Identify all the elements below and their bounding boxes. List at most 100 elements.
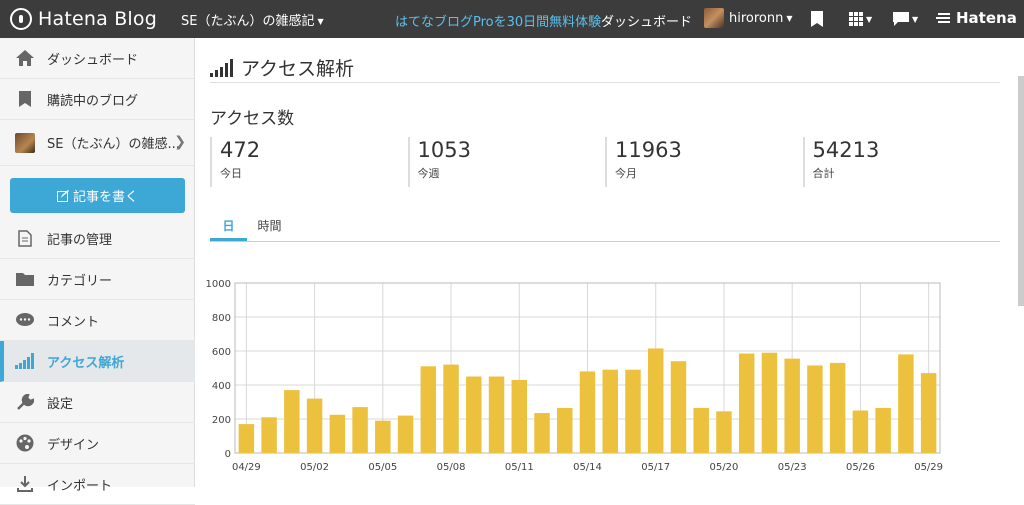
bar	[420, 366, 437, 453]
bar	[488, 376, 505, 453]
dashboard-link[interactable]: ダッシュボード	[601, 11, 692, 30]
x-tick-label: 05/23	[778, 462, 807, 473]
y-tick-label: 400	[212, 381, 231, 392]
bar	[306, 398, 323, 453]
sidebar-item-label: 記事の管理	[47, 232, 113, 248]
signal-icon	[210, 58, 233, 77]
period-tabs: 日 時間	[210, 210, 1000, 242]
sidebar-item-dashboard[interactable]: ダッシュボード	[0, 38, 194, 79]
bar	[670, 361, 687, 453]
stat-month: 11963 今月	[605, 137, 803, 187]
x-tick-label: 05/11	[505, 462, 534, 473]
user-menu[interactable]: hiroronn ▼	[704, 8, 793, 28]
sidebar-item-label: 設定	[47, 396, 74, 412]
stat-label: 今週	[417, 167, 440, 180]
import-icon	[15, 474, 35, 494]
hatena-text: Hatena	[956, 9, 1017, 27]
grid-menu-icon[interactable]: ▼	[849, 10, 872, 28]
sidebar-blog-label: SE（たぶん）の雑感...	[47, 137, 180, 152]
logo-text: Hatena Blog	[38, 8, 157, 30]
sidebar-item-label: ダッシュボード	[47, 52, 139, 68]
sidebar-item-import[interactable]: インポート	[0, 464, 195, 505]
tab-hourly[interactable]: 時間	[251, 210, 288, 241]
blog-selector[interactable]: SE（たぶん）の雑感記 ▼	[181, 10, 324, 29]
sidebar-item-settings[interactable]: 設定	[0, 382, 195, 423]
bar	[534, 413, 550, 453]
x-tick-label: 05/17	[641, 462, 670, 473]
write-article-button[interactable]: 記事を書く	[10, 178, 185, 213]
y-tick-label: 1000	[206, 279, 231, 290]
stat-label: 今月	[615, 167, 637, 180]
sidebar-item-comments[interactable]: コメント	[0, 300, 195, 341]
y-tick-label: 800	[212, 313, 231, 324]
x-tick-label: 05/20	[710, 462, 739, 473]
stat-week: 1053 今週	[407, 137, 606, 187]
hatena-blog-logo[interactable]: Hatena Blog	[10, 8, 157, 30]
write-article-label: 記事を書く	[72, 190, 138, 205]
sidebar-item-design[interactable]: デザイン	[0, 423, 195, 464]
document-icon	[15, 228, 35, 248]
bar	[466, 376, 482, 453]
bar	[647, 348, 664, 453]
stat-today: 472 今日	[210, 137, 408, 187]
caret-down-icon: ▼	[317, 16, 324, 26]
sidebar-item-label: カテゴリー	[47, 273, 113, 289]
hatena-logo[interactable]: Hatena	[936, 9, 1017, 27]
bar	[693, 407, 709, 453]
x-tick-label: 05/14	[573, 462, 602, 473]
sidebar-item-subscriptions[interactable]: 購読中のブログ	[0, 79, 194, 120]
sidebar-item-articles[interactable]: 記事の管理	[0, 218, 195, 259]
bar	[716, 411, 732, 453]
bar	[761, 352, 778, 453]
blog-selector-label: SE（たぶん）の雑感記	[181, 13, 315, 29]
sidebar-item-label: デザイン	[47, 437, 100, 453]
bar	[375, 420, 391, 453]
bookmark-icon	[15, 89, 35, 109]
sidebar-item-categories[interactable]: カテゴリー	[0, 259, 195, 300]
stat-value: 11963	[615, 138, 682, 162]
page-title: アクセス解析	[210, 54, 354, 81]
x-tick-label: 05/02	[300, 462, 329, 473]
notification-icon[interactable]: ▼	[893, 10, 918, 28]
bar	[284, 390, 300, 453]
y-tick-label: 0	[225, 449, 231, 460]
x-tick-label: 05/29	[914, 462, 943, 473]
bar	[329, 414, 346, 453]
bookmark-icon[interactable]	[811, 10, 823, 28]
bar	[807, 365, 823, 453]
stat-label: 今日	[220, 167, 242, 180]
section-title: アクセス数	[210, 109, 295, 129]
stats-row: 472 今日 1053 今週 11963 今月 54213 合計	[210, 137, 1000, 187]
sidebar-item-access-analytics[interactable]: アクセス解析	[0, 341, 195, 382]
bar	[738, 353, 755, 453]
bar	[238, 424, 255, 453]
bar	[898, 354, 914, 453]
bar	[352, 407, 368, 453]
page-title-text: アクセス解析	[241, 58, 355, 80]
stat-value: 1053	[417, 138, 471, 162]
title-divider	[210, 82, 1000, 83]
sidebar-item-blog[interactable]: SE（たぶん）の雑感... ❯	[0, 120, 194, 166]
bar	[261, 417, 277, 453]
pro-trial-link[interactable]: はてなブログProを30日間無料体験	[395, 11, 601, 30]
stat-total: 54213 合計	[802, 137, 1001, 187]
bar	[511, 379, 528, 453]
tab-daily[interactable]: 日	[210, 210, 247, 241]
signal-icon	[15, 351, 35, 371]
bar	[625, 369, 641, 453]
palette-icon	[15, 433, 35, 453]
home-icon	[15, 48, 35, 68]
scrollbar[interactable]	[1018, 76, 1024, 306]
blog-thumbnail	[15, 132, 35, 153]
bar	[852, 410, 869, 453]
sidebar-item-label: インポート	[47, 478, 113, 494]
avatar	[704, 8, 724, 28]
stat-label: 合計	[812, 167, 835, 180]
hatena-mark-icon	[936, 13, 950, 23]
edit-icon	[56, 189, 69, 202]
caret-down-icon: ▼	[912, 14, 919, 24]
comment-icon	[15, 310, 35, 330]
folder-icon	[15, 269, 35, 289]
bar	[829, 362, 846, 453]
logo-mark-icon	[10, 8, 32, 30]
